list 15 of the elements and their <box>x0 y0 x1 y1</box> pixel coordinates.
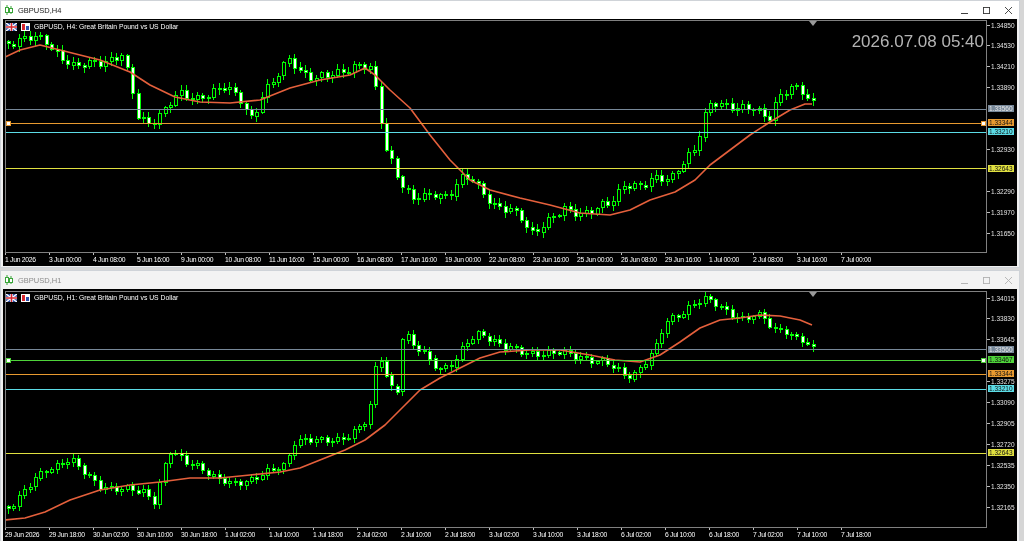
candlestick-icon <box>5 275 13 285</box>
minimize-icon <box>960 282 968 284</box>
clock-text: 2026.07.08 05:40 <box>851 32 984 52</box>
maximize-icon <box>982 6 990 14</box>
bars-icon <box>21 23 30 31</box>
flag-icon <box>6 294 17 302</box>
bars-icon <box>21 294 30 302</box>
minimize-icon <box>960 12 968 14</box>
candlestick-icon <box>5 5 13 15</box>
triangle-marker-icon <box>809 21 817 26</box>
close-icon <box>1004 6 1012 14</box>
close-icon <box>1004 276 1012 284</box>
flag-icon <box>6 23 17 31</box>
triangle-marker-icon <box>809 292 817 297</box>
maximize-icon <box>982 276 990 284</box>
